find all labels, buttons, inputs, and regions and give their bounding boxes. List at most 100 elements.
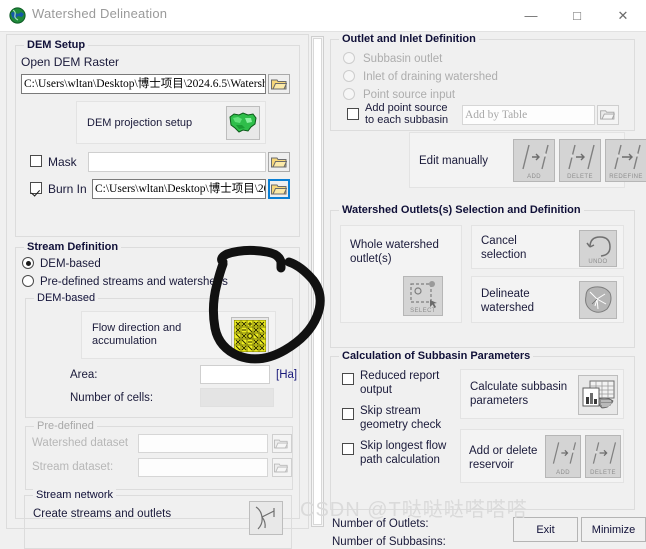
edit-manually-label: Edit manually — [419, 155, 489, 167]
window-close-button[interactable]: ✕ — [600, 0, 646, 31]
reservoir-tile: Add or delete reservoir ADD DELETE — [460, 429, 624, 483]
reservoir-delete-button[interactable]: DELETE — [585, 435, 621, 478]
mask-input[interactable] — [88, 152, 266, 172]
skip-stream-geometry-checkbox[interactable] — [342, 408, 354, 420]
stream-dataset-browse-button — [272, 458, 292, 477]
dem-setup-group: DEM Setup Open DEM Raster C:\Users\wltan… — [15, 39, 300, 237]
edit-manually-tile: Edit manually ADD DELETE REDEFINE — [409, 132, 646, 188]
window-minimize-button[interactable]: — — [508, 0, 554, 31]
stream-definition-group: Stream Definition DEM-based Pre-defined … — [15, 241, 300, 519]
skip-longest-flow-label: Skip longest flow path calculation — [360, 439, 446, 467]
dem-based-subgroup: DEM-based Flow direction and accumulatio… — [25, 292, 297, 418]
close-icon: ✕ — [617, 8, 629, 23]
dem-raster-input[interactable]: C:\Users\wltan\Desktop\博士项目\2024.6.5\Wat… — [21, 74, 266, 94]
reservoir-label: Add or delete reservoir — [469, 444, 537, 472]
watershed-outlets-label: Watershed Outlets(s) Selection and Defin… — [339, 204, 584, 216]
reservoir-add-button[interactable]: ADD — [545, 435, 581, 478]
area-input[interactable] — [200, 365, 270, 384]
folder-icon — [274, 438, 290, 450]
left-pane: DEM Setup Open DEM Raster C:\Users\wltan… — [6, 34, 309, 549]
watershed-dataset-browse-button — [272, 434, 292, 453]
add-point-source-label-line2: to each subbasin — [365, 114, 449, 126]
radio-dem-based[interactable] — [22, 257, 34, 269]
title-bar: Watershed Delineation — □ ✕ — [0, 0, 646, 31]
minimize-button[interactable]: Minimize — [581, 517, 646, 542]
vertical-scrollbar[interactable] — [311, 36, 324, 527]
outlet-redefine-caption: REDEFINE — [609, 174, 643, 180]
folder-icon — [271, 183, 287, 195]
delineate-watershed-tile[interactable]: Delineate watershed — [471, 276, 624, 323]
delineate-watershed-label: Delineate watershed — [481, 287, 534, 315]
outlet-add-caption: ADD — [527, 174, 541, 180]
radio-predefined[interactable] — [22, 275, 34, 287]
dem-raster-browse-button[interactable] — [268, 74, 290, 94]
cancel-selection-label: Cancel selection — [481, 234, 526, 262]
number-of-cells-value — [200, 388, 274, 407]
cancel-selection-undo-button[interactable]: UNDO — [579, 230, 617, 267]
window-maximize-button[interactable]: □ — [554, 0, 600, 31]
reservoir-add-caption: ADD — [556, 470, 570, 476]
dem-based-subgroup-label: DEM-based — [34, 292, 99, 304]
burn-in-label: Burn In — [48, 182, 87, 196]
window-title: Watershed Delineation — [32, 6, 168, 21]
calculate-subbasin-tile[interactable]: Calculate subbasin parameters — [460, 369, 624, 419]
outlet-inlet-label: Outlet and Inlet Definition — [339, 33, 479, 45]
create-streams-icon-button[interactable] — [249, 501, 283, 535]
undo-caption: UNDO — [588, 259, 608, 265]
area-label: Area: — [70, 369, 98, 381]
burn-in-input[interactable]: C:\Users\wltan\Desktop\博士项目\2024.6 — [92, 179, 266, 199]
mask-browse-button[interactable] — [268, 152, 290, 172]
outlet-add-button[interactable]: ADD — [513, 139, 555, 182]
predefined-subgroup-label: Pre-defined — [34, 420, 97, 432]
folder-icon — [271, 156, 287, 168]
add-point-source-label: Add point source to each subbasin — [365, 102, 448, 126]
dem-setup-label: DEM Setup — [24, 39, 89, 51]
maximize-icon: □ — [573, 8, 581, 23]
whole-watershed-tile[interactable]: Whole watershed outlet(s) SELECT — [340, 225, 462, 323]
whole-watershed-select-button[interactable]: SELECT — [403, 276, 443, 316]
watershed-delineation-window: Watershed Delineation — □ ✕ DEM Setup Op… — [0, 0, 646, 549]
flow-direction-icon-button[interactable] — [231, 317, 269, 355]
subbasin-params-label: Calculation of Subbasin Parameters — [339, 350, 534, 362]
globe-icon — [9, 7, 26, 24]
outlet-delete-button[interactable]: DELETE — [559, 139, 601, 182]
folder-icon — [274, 462, 290, 474]
outlet-redefine-button[interactable]: REDEFINE — [605, 139, 646, 182]
dem-projection-tile[interactable]: DEM projection setup — [76, 101, 266, 144]
right-pane: Outlet and Inlet Definition Subbasin out… — [326, 33, 646, 548]
open-dem-raster-label: Open DEM Raster — [21, 55, 120, 69]
cancel-selection-line2: selection — [481, 249, 527, 261]
stream-definition-label: Stream Definition — [24, 241, 122, 253]
skip-stream-geometry-label: Skip stream geometry check — [360, 404, 441, 432]
subbasin-params-group: Calculation of Subbasin Parameters Reduc… — [330, 350, 635, 510]
cancel-selection-tile[interactable]: Cancel selection UNDO — [471, 225, 624, 269]
watermark: CSDN @T哒哒哒嗒嗒嗒 — [300, 499, 528, 521]
calculate-subbasin-icon-button[interactable] — [578, 375, 618, 415]
skip-longest-line2: path calculation — [360, 454, 440, 466]
reduced-report-checkbox[interactable] — [342, 373, 354, 385]
flow-direction-tile[interactable]: Flow direction and accumulation — [81, 311, 276, 359]
radio-subbasin-outlet — [343, 52, 355, 64]
radio-inlet-draining-label: Inlet of draining watershed — [363, 71, 498, 83]
delineate-watershed-icon-button[interactable] — [579, 281, 617, 319]
reduced-report-line1: Reduced report — [360, 370, 440, 382]
reservoir-line1: Add or delete — [469, 445, 538, 457]
select-caption: SELECT — [410, 308, 436, 314]
burn-in-browse-button[interactable] — [268, 179, 290, 199]
scrollbar-thumb[interactable] — [313, 38, 322, 525]
dem-projection-icon-button[interactable] — [226, 106, 260, 140]
add-by-table-input[interactable]: Add by Table — [462, 105, 595, 125]
skip-longest-line1: Skip longest flow — [360, 440, 447, 452]
reduced-report-line2: output — [360, 384, 392, 396]
delineate-line2: watershed — [481, 302, 535, 314]
add-point-source-checkbox[interactable] — [347, 108, 359, 120]
number-of-cells-label: Number of cells: — [70, 392, 154, 404]
mask-checkbox[interactable] — [30, 155, 42, 167]
burn-in-checkbox[interactable] — [30, 182, 42, 194]
add-point-source-label-line1: Add point source — [365, 102, 448, 114]
add-by-table-browse-button[interactable] — [597, 105, 619, 125]
watershed-outlets-group: Watershed Outlets(s) Selection and Defin… — [330, 204, 635, 348]
number-of-subbasins-label: Number of Subbasins: — [332, 536, 446, 548]
skip-stream-line2: geometry check — [360, 419, 442, 431]
skip-longest-flow-checkbox[interactable] — [342, 443, 354, 455]
